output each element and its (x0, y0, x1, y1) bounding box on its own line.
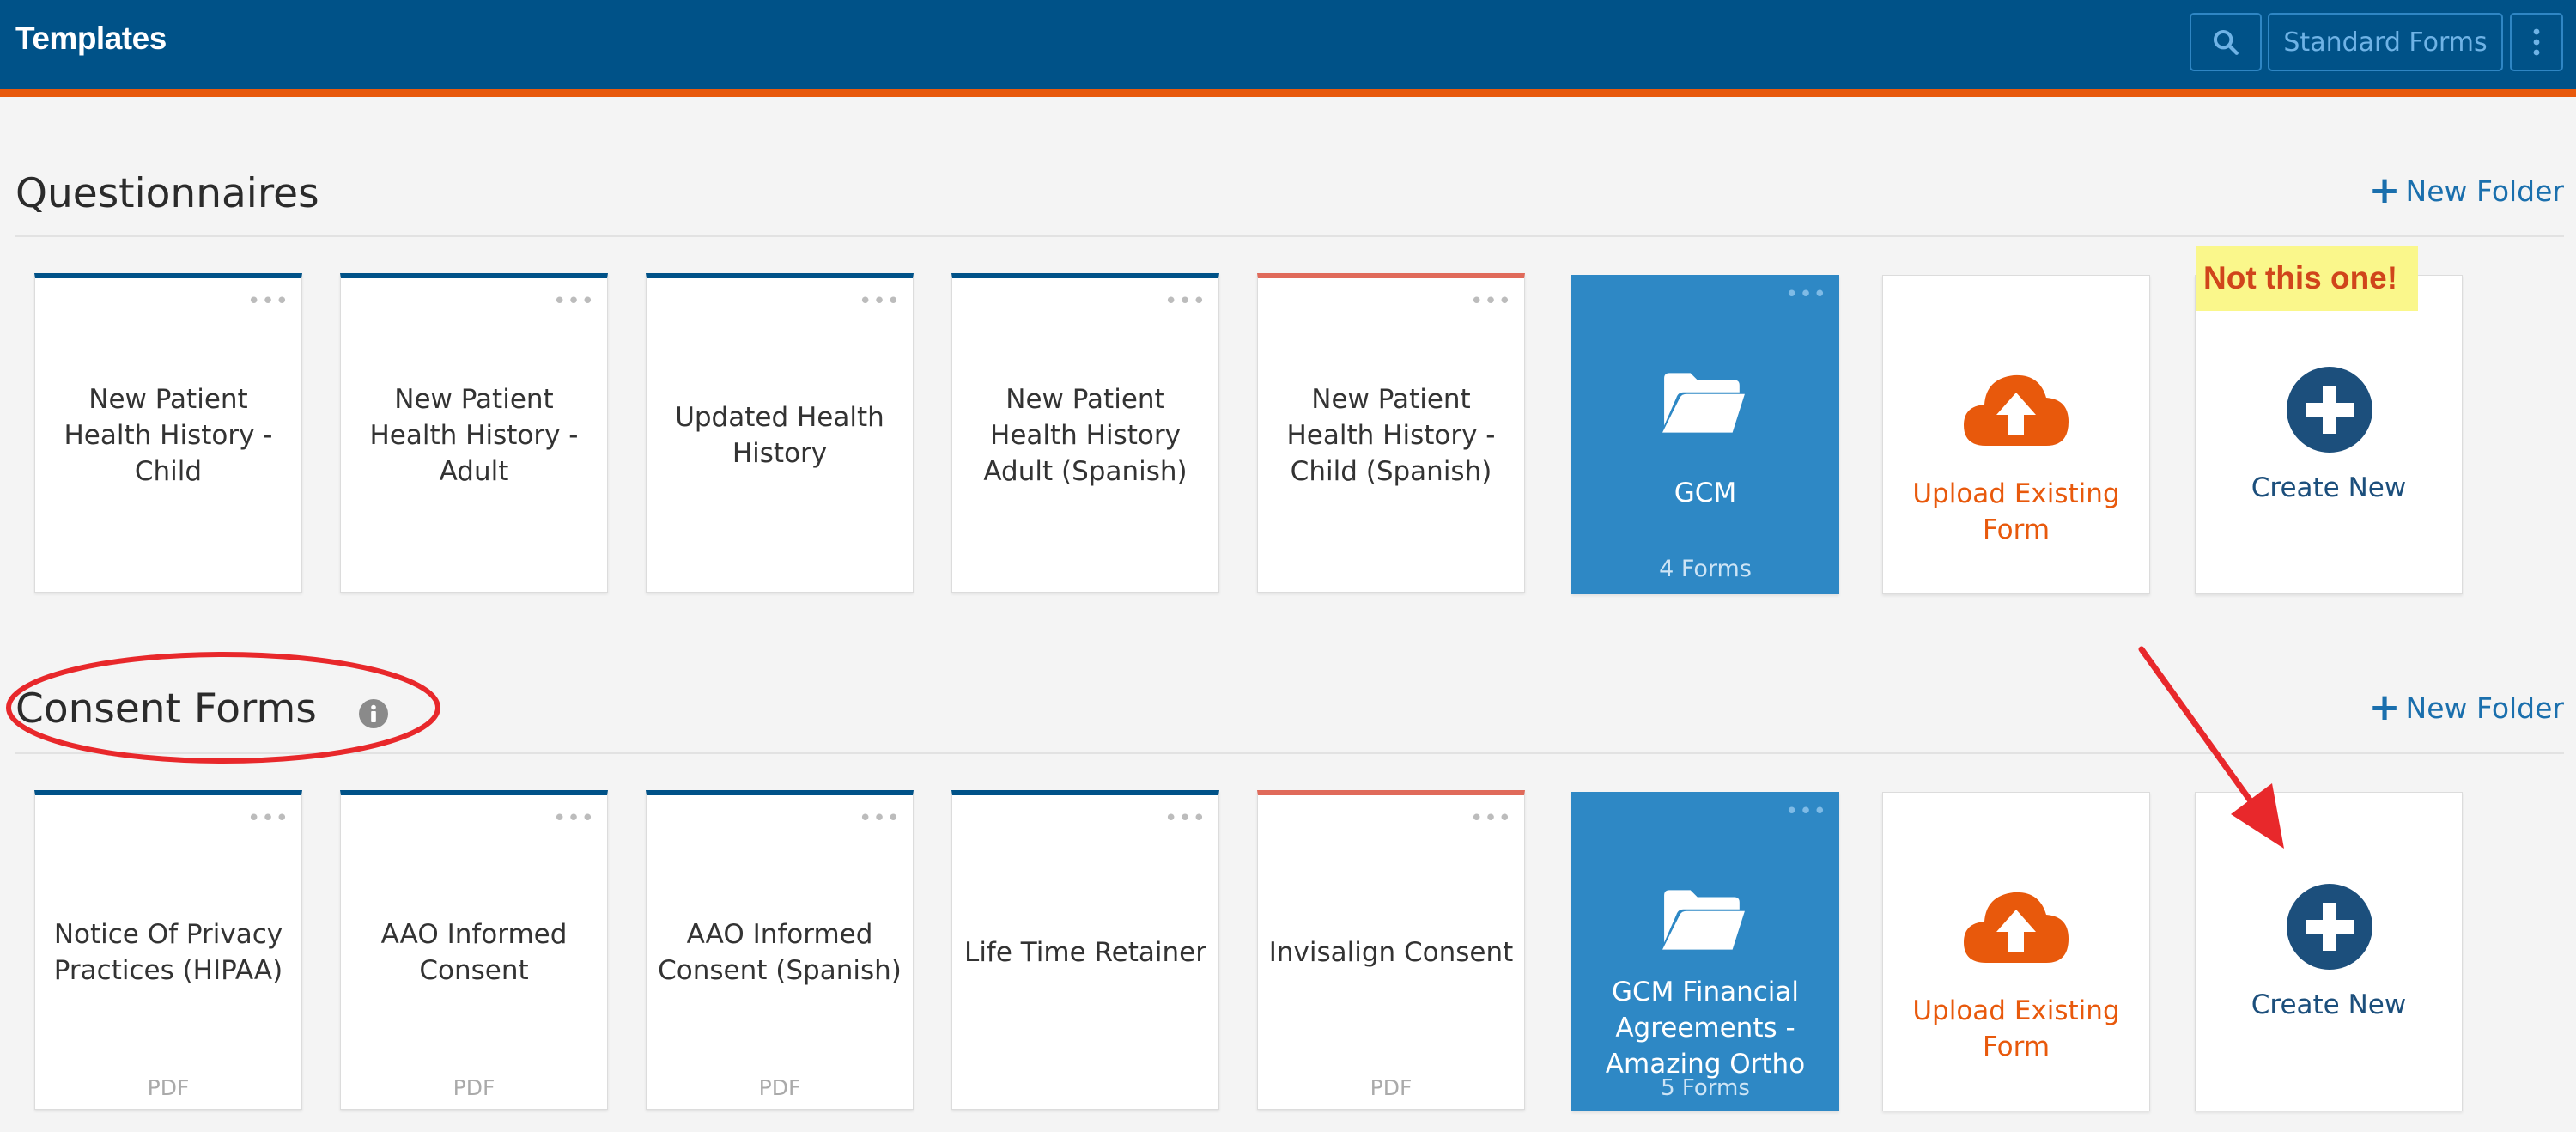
file-type-label: PDF (1370, 1075, 1413, 1100)
form-card-title: Updated Health History (675, 401, 884, 469)
folder-open-icon (1662, 890, 1745, 950)
info-icon[interactable] (359, 699, 388, 728)
search-button[interactable] (2190, 13, 2262, 71)
section-divider (15, 752, 2564, 754)
form-card-title: New Patient Health History - Child (Span… (1286, 383, 1496, 487)
annotation-note: Not this one! (2196, 246, 2418, 311)
card-menu-icon[interactable]: ••• (859, 806, 901, 831)
form-card-title: Notice Of Privacy Practices (HIPAA) (53, 918, 283, 986)
plus-icon: + (2368, 685, 2401, 729)
card-menu-icon[interactable]: ••• (1785, 282, 1827, 307)
card-menu-icon[interactable]: ••• (553, 289, 595, 314)
vertical-dots-icon (2533, 28, 2540, 56)
form-card-title: Life Time Retainer (964, 936, 1206, 968)
folder-count: 4 Forms (1659, 556, 1752, 582)
form-card[interactable]: ••• AAO Informed Consent PDF (340, 790, 608, 1110)
form-card[interactable]: ••• New Patient Health History Adult (Sp… (951, 273, 1219, 593)
new-folder-label: New Folder (2405, 173, 2564, 208)
new-folder-label: New Folder (2405, 691, 2564, 725)
page-title: Templates (15, 21, 167, 56)
more-options-button[interactable] (2510, 13, 2563, 71)
file-type-label: PDF (147, 1075, 190, 1100)
create-new-card-consent-forms[interactable]: Create New (2195, 792, 2463, 1111)
plus-circle-icon (2287, 884, 2372, 970)
form-card[interactable]: ••• New Patient Health History - Adult (340, 273, 608, 593)
annotation-arrow-line (2138, 646, 2263, 818)
form-card-title: AAO Informed Consent (380, 918, 568, 986)
file-type-label: PDF (758, 1075, 801, 1100)
folder-card-gcm-financial[interactable]: ••• GCM Financial Agreements - Amazing O… (1571, 792, 1839, 1111)
card-menu-icon[interactable]: ••• (553, 806, 595, 831)
folder-count: 5 Forms (1661, 1075, 1750, 1101)
card-menu-icon[interactable]: ••• (1470, 289, 1512, 314)
upload-existing-form-card[interactable]: Upload Existing Form (1882, 792, 2150, 1111)
cloud-upload-icon (1964, 892, 2069, 963)
section-title-questionnaires: Questionnaires (15, 170, 319, 217)
card-menu-icon[interactable]: ••• (1164, 289, 1206, 314)
card-menu-icon[interactable]: ••• (1785, 799, 1827, 825)
upload-label: Upload Existing Form (1912, 995, 2120, 1062)
form-card-title: New Patient Health History Adult (Spanis… (983, 383, 1188, 487)
form-card[interactable]: ••• Notice Of Privacy Practices (HIPAA) … (34, 790, 302, 1110)
folder-card-gcm[interactable]: ••• GCM 4 Forms (1571, 275, 1839, 594)
card-menu-icon[interactable]: ••• (859, 289, 901, 314)
new-folder-button-questionnaires[interactable]: + New Folder (2369, 172, 2564, 210)
form-card[interactable]: ••• Updated Health History (646, 273, 914, 593)
search-icon (2213, 29, 2239, 55)
create-new-card-questionnaires[interactable]: Create New (2195, 275, 2463, 594)
form-card-title: Invisalign Consent (1268, 936, 1514, 968)
file-type-label: PDF (453, 1075, 495, 1100)
upload-existing-form-card[interactable]: Upload Existing Form (1882, 275, 2150, 594)
cloud-upload-icon (1964, 374, 2069, 446)
standard-forms-button[interactable]: Standard Forms (2268, 13, 2503, 71)
card-menu-icon[interactable]: ••• (247, 289, 289, 314)
form-card-title: AAO Informed Consent (Spanish) (658, 918, 902, 986)
section-title-consent-forms: Consent Forms (15, 685, 317, 733)
new-folder-button-consent-forms[interactable]: + New Folder (2369, 689, 2564, 727)
form-card[interactable]: ••• Invisalign Consent PDF (1257, 790, 1525, 1110)
folder-open-icon (1662, 373, 1745, 433)
form-card[interactable]: ••• AAO Informed Consent (Spanish) PDF (646, 790, 914, 1110)
folder-name: GCM Financial Agreements - Amazing Ortho (1605, 977, 1806, 1080)
plus-icon: + (2368, 168, 2401, 212)
top-bar: Templates Standard Forms (0, 0, 2576, 97)
card-menu-icon[interactable]: ••• (1470, 806, 1512, 831)
upload-label: Upload Existing Form (1912, 478, 2120, 545)
form-card-title: New Patient Health History - Child (64, 383, 273, 487)
card-menu-icon[interactable]: ••• (1164, 806, 1206, 831)
form-card[interactable]: ••• New Patient Health History - Child (34, 273, 302, 593)
form-card[interactable]: ••• New Patient Health History - Child (… (1257, 273, 1525, 593)
folder-name: GCM (1674, 478, 1737, 508)
form-card[interactable]: ••• Life Time Retainer (951, 790, 1219, 1110)
create-new-label: Create New (2251, 472, 2407, 503)
plus-circle-icon (2287, 367, 2372, 453)
create-new-label: Create New (2251, 989, 2407, 1020)
card-menu-icon[interactable]: ••• (247, 806, 289, 831)
form-card-title: New Patient Health History - Adult (369, 383, 579, 487)
section-divider (15, 235, 2564, 237)
